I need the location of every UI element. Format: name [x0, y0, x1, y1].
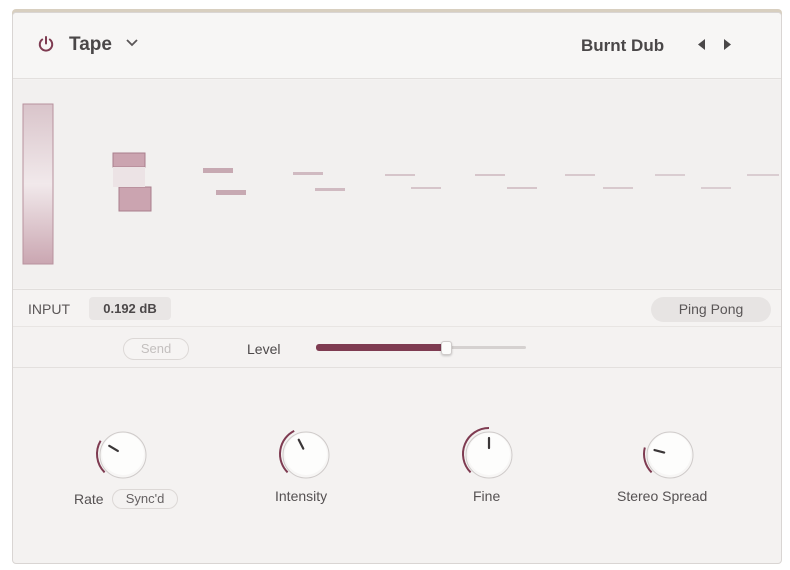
- knob-graphic[interactable]: [93, 424, 153, 484]
- knob-face: [649, 433, 691, 475]
- input-label: INPUT: [28, 301, 70, 317]
- preset-name[interactable]: Burnt Dub: [581, 36, 664, 56]
- echo-tap: [411, 187, 441, 189]
- echo-tap: [655, 174, 685, 176]
- ping-pong-button[interactable]: Ping Pong: [651, 297, 771, 322]
- echo-tap: [385, 174, 415, 176]
- echo-taps-graphic: [22, 103, 779, 265]
- knob-face: [102, 433, 144, 475]
- stereo-spread-knob[interactable]: [640, 424, 700, 484]
- device-name[interactable]: Tape: [69, 34, 112, 56]
- echo-tap: [747, 174, 779, 176]
- stereo-spread-label: Stereo Spread: [617, 488, 708, 504]
- level-slider-fill: [316, 344, 447, 351]
- echo-tap: [203, 168, 233, 173]
- level-slider-thumb[interactable]: [441, 341, 453, 355]
- knob-face: [285, 433, 327, 475]
- sync-toggle[interactable]: Sync'd: [112, 489, 178, 509]
- knob-graphic[interactable]: [276, 424, 336, 484]
- arrow-left-icon[interactable]: [697, 39, 706, 50]
- intensity-label: Intensity: [275, 488, 328, 504]
- echo-tap: [603, 187, 633, 189]
- echo-tap: [118, 186, 152, 212]
- input-gain-value[interactable]: 0.192 dB: [89, 297, 171, 320]
- rate-knob[interactable]: [93, 424, 153, 484]
- knob-graphic[interactable]: [640, 424, 700, 484]
- input-meter-bar: [22, 103, 54, 265]
- fine-label: Fine: [473, 488, 501, 504]
- echo-tap: [293, 172, 323, 175]
- echo-tap: [565, 174, 595, 176]
- send-button[interactable]: Send: [123, 338, 189, 360]
- level-slider[interactable]: [316, 341, 526, 357]
- echo-tap: [216, 190, 246, 195]
- knob-graphic[interactable]: [459, 424, 519, 484]
- echo-tap: [701, 187, 731, 189]
- chevron-down-icon[interactable]: [125, 38, 139, 48]
- intensity-knob[interactable]: [276, 424, 336, 484]
- power-icon[interactable]: [37, 35, 55, 53]
- echo-tap: [507, 187, 537, 189]
- echo-tap: [113, 167, 145, 187]
- echo-display: [13, 80, 781, 288]
- echo-tap: [475, 174, 505, 176]
- rate-label: Rate: [74, 491, 104, 507]
- level-label: Level: [247, 341, 281, 357]
- send-level-row: Send Level: [13, 328, 781, 368]
- echo-tap: [315, 188, 345, 191]
- input-row: INPUT 0.192 dB Ping Pong: [13, 289, 781, 327]
- fine-knob[interactable]: [459, 424, 519, 484]
- arrow-right-icon[interactable]: [723, 39, 732, 50]
- echo-tap: [112, 152, 146, 168]
- plugin-header: Tape Burnt Dub: [13, 13, 781, 79]
